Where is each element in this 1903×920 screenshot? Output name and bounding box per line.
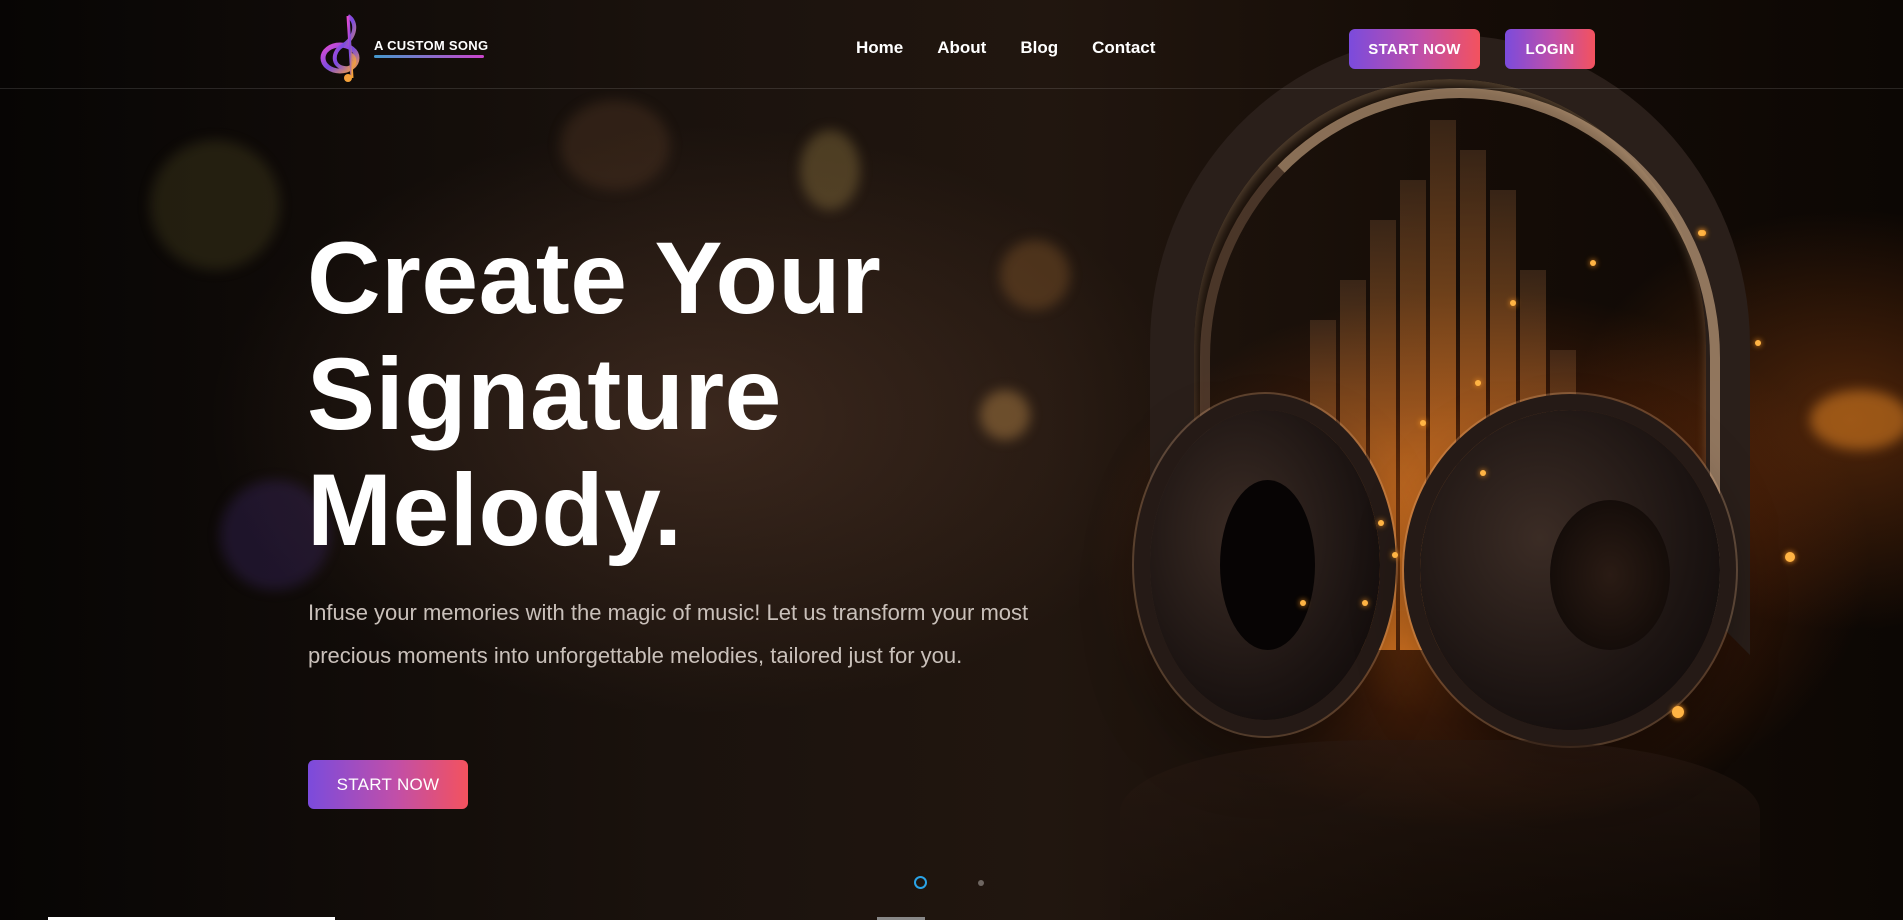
header-start-now-button[interactable]: START NOW: [1349, 29, 1480, 69]
headphones-reflection: [1120, 740, 1760, 920]
login-button[interactable]: LOGIN: [1505, 29, 1595, 69]
bokeh-light: [560, 100, 670, 190]
bokeh-light: [1810, 390, 1903, 450]
nav-blog[interactable]: Blog: [1020, 38, 1058, 58]
site-header: A CUSTOM SONG Home About Blog Contact ST…: [0, 0, 1903, 89]
nav-home[interactable]: Home: [856, 38, 903, 58]
brand-logo[interactable]: A CUSTOM SONG: [318, 12, 488, 84]
hero-subtitle: Infuse your memories with the magic of m…: [308, 600, 1029, 668]
slider-dot[interactable]: [978, 880, 984, 886]
main-nav: Home About Blog Contact: [856, 38, 1155, 58]
bokeh-light: [800, 130, 860, 210]
hero-title-line: Create Your: [307, 221, 882, 335]
nav-contact[interactable]: Contact: [1092, 38, 1155, 58]
treble-clef-icon: [318, 12, 372, 84]
hero-start-now-button[interactable]: START NOW: [308, 760, 468, 809]
bokeh-light: [150, 140, 280, 270]
brand-tagline-graphic: [374, 55, 484, 58]
hero-title-line: Melody.: [307, 453, 683, 567]
slider-dot-active[interactable]: [914, 876, 927, 889]
hero-title: Create Your Signature Melody.: [307, 220, 1027, 568]
nav-about[interactable]: About: [937, 38, 986, 58]
brand-name: A CUSTOM SONG: [374, 38, 489, 53]
hero-title-line: Signature: [307, 337, 782, 451]
